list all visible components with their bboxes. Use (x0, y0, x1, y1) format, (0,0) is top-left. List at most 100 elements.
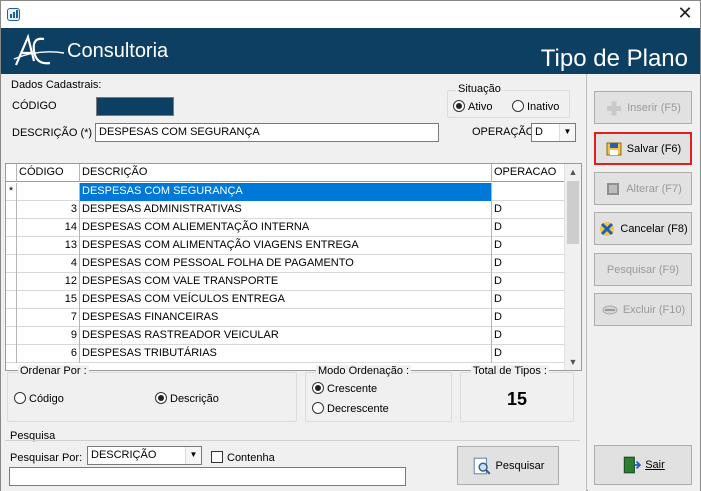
row-indicator (6, 291, 17, 309)
codigo-label: CÓDIGO (12, 100, 57, 112)
table-row[interactable]: 3 DESPESAS ADMINISTRATIVAS D (6, 201, 566, 219)
cell-descricao: DESPESAS FINANCEIRAS (80, 309, 492, 327)
cell-descricao: DESPESAS COM ALIEMENTAÇÃO INTERNA (80, 219, 492, 237)
dados-cadastrais-label: Dados Cadastrais: (11, 79, 102, 91)
table-row[interactable]: 15 DESPESAS COM VEÍCULOS ENTREGA D (6, 291, 566, 309)
alterar-button[interactable]: Alterar (F7) (594, 172, 692, 205)
ordenar-label: Ordenar Por : (18, 365, 89, 377)
app-window: ✕ Consultoria Tipo de Plano Dados Cadast… (0, 0, 701, 491)
radio-selected-icon (312, 382, 324, 394)
cell-descricao: DESPESAS ADMINISTRATIVAS (80, 201, 492, 219)
logo-text: Consultoria (67, 40, 169, 62)
ordenar-descricao-radio[interactable]: Descrição (155, 392, 219, 405)
decrescente-radio[interactable]: Decrescente (312, 402, 389, 415)
cell-operacao: D (492, 345, 566, 363)
row-indicator (6, 219, 17, 237)
cell-descricao: DESPESAS RASTREADOR VEICULAR (80, 327, 492, 345)
pesquisar-button[interactable]: Pesquisar (457, 446, 559, 485)
row-indicator (6, 273, 17, 291)
situacao-label: Situação (456, 83, 503, 95)
cell-descricao: DESPESAS COM SEGURANÇA (80, 183, 492, 201)
table-row[interactable]: 6 DESPESAS TRIBUTÁRIAS D (6, 345, 566, 363)
table-row[interactable]: 4 DESPESAS COM PESSOAL FOLHA DE PAGAMENTO… (6, 255, 566, 273)
dropdown-arrow-icon: ▼ (185, 447, 201, 464)
cell-codigo: 7 (17, 309, 80, 327)
logo-icon (13, 33, 65, 66)
divider (5, 440, 580, 441)
row-indicator (6, 201, 17, 219)
close-button[interactable]: ✕ (670, 1, 700, 28)
row-indicator (6, 327, 17, 345)
pesquisar-f9-button[interactable]: Pesquisar (F9) (594, 253, 692, 286)
table-row[interactable]: 9 DESPESAS RASTREADOR VEICULAR D (6, 327, 566, 345)
operacao-label: OPERAÇÃO (472, 126, 535, 138)
ordenar-codigo-radio[interactable]: Código (14, 392, 64, 405)
crescente-radio[interactable]: Crescente (312, 382, 377, 395)
edit-icon (607, 182, 620, 195)
modo-label: Modo Ordenação : (316, 365, 412, 377)
table-row[interactable]: 7 DESPESAS FINANCEIRAS D (6, 309, 566, 327)
exit-door-icon (623, 456, 642, 474)
cell-operacao: D (492, 327, 566, 345)
cell-descricao: DESPESAS COM VALE TRANSPORTE (80, 273, 492, 291)
header-indicator (6, 164, 17, 182)
title-bar: ✕ (1, 1, 700, 28)
cell-codigo: 9 (17, 327, 80, 345)
page-title: Tipo de Plano (540, 45, 688, 72)
search-document-icon (473, 457, 491, 474)
pesquisar-por-label: Pesquisar Por: (10, 452, 83, 464)
checkbox-icon (211, 451, 223, 463)
row-indicator (6, 345, 17, 363)
table-row[interactable]: 12 DESPESAS COM VALE TRANSPORTE D (6, 273, 566, 291)
row-indicator: * (6, 183, 17, 201)
grid-scrollbar[interactable]: ▲ ▼ (564, 164, 581, 370)
cell-descricao: DESPESAS COM ALIMENTAÇÃO VIAGENS ENTREGA (80, 237, 492, 255)
grid-header: CÓDIGO DESCRIÇÃO OPERACAO (6, 164, 566, 182)
column-header-descricao[interactable]: DESCRIÇÃO (80, 164, 492, 182)
inserir-button[interactable]: Inserir (F5) (594, 91, 692, 124)
salvar-button[interactable]: Salvar (F6) (594, 132, 692, 165)
cancelar-button[interactable]: Cancelar (F8) (594, 212, 692, 245)
main-panel: Dados Cadastrais: CÓDIGO DESCRIÇÃO (*) D… (1, 74, 587, 491)
cell-operacao: D (492, 255, 566, 273)
cell-operacao: D (492, 273, 566, 291)
total-label: Total de Tipos : (471, 365, 549, 377)
excluir-button[interactable]: Excluir (F10) (594, 293, 692, 326)
scroll-thumb[interactable] (567, 181, 579, 244)
dropdown-arrow-icon: ▼ (559, 124, 575, 141)
scroll-down-icon[interactable]: ▼ (565, 354, 581, 370)
table-row[interactable]: * DESPESAS COM SEGURANÇA (6, 183, 566, 201)
ordenar-group: Ordenar Por : Código Descrição (7, 365, 297, 422)
pesquisar-por-select[interactable]: DESCRIÇÃO ▼ (87, 446, 202, 465)
radio-unselected-icon (312, 402, 324, 414)
search-input[interactable] (9, 467, 406, 486)
sair-button[interactable]: Sair (594, 445, 692, 485)
operacao-select[interactable]: D ▼ (531, 123, 576, 142)
cell-operacao: D (492, 237, 566, 255)
ativo-radio[interactable]: Ativo (453, 100, 492, 113)
radio-selected-icon (155, 392, 167, 404)
action-panel: Inserir (F5) Salvar (F6) Alterar (F7) Ca… (588, 74, 700, 491)
cell-codigo: 13 (17, 237, 80, 255)
descricao-label: DESCRIÇÃO (*) (12, 127, 93, 139)
radio-unselected-icon (14, 392, 26, 404)
insert-icon (607, 101, 622, 115)
modo-ordenacao-group: Modo Ordenação : Crescente Decrescente (305, 365, 452, 422)
codigo-field[interactable] (96, 97, 174, 116)
column-header-operacao[interactable]: OPERACAO (492, 164, 566, 182)
inativo-radio[interactable]: Inativo (512, 100, 559, 113)
column-header-codigo[interactable]: CÓDIGO (17, 164, 80, 182)
row-indicator (6, 255, 17, 273)
header-banner: Consultoria Tipo de Plano (1, 28, 700, 74)
contenha-checkbox[interactable]: Contenha (211, 451, 275, 464)
scroll-up-icon[interactable]: ▲ (565, 164, 581, 180)
delete-icon (602, 305, 618, 314)
descricao-input[interactable]: DESPESAS COM SEGURANÇA (95, 123, 439, 142)
table-row[interactable]: 13 DESPESAS COM ALIMENTAÇÃO VIAGENS ENTRE… (6, 237, 566, 255)
situacao-group: Situação Ativo Inativo (447, 83, 570, 118)
row-indicator (6, 309, 17, 327)
tipos-grid[interactable]: CÓDIGO DESCRIÇÃO OPERACAO * DESPESAS COM … (5, 163, 582, 371)
cell-operacao: D (492, 309, 566, 327)
cell-operacao: D (492, 201, 566, 219)
table-row[interactable]: 14 DESPESAS COM ALIEMENTAÇÃO INTERNA D (6, 219, 566, 237)
